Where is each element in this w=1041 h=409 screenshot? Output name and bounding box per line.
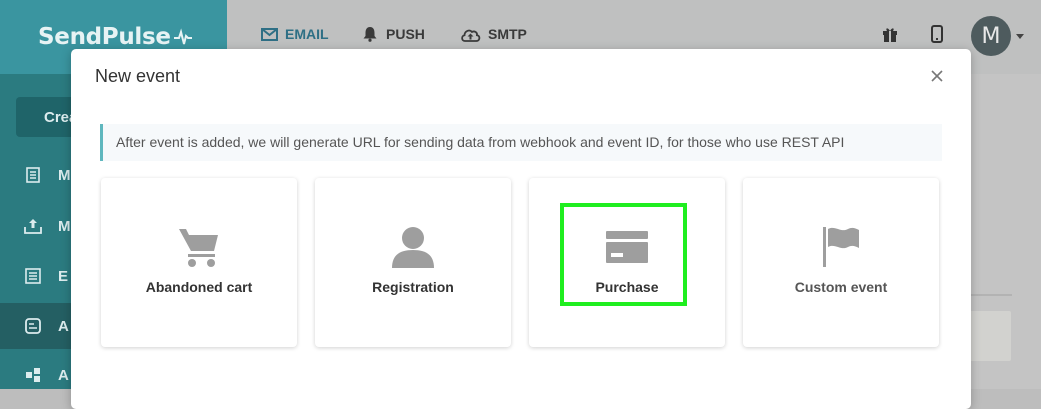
- sidebar-item-label: E: [58, 267, 69, 285]
- cloud-upload-icon: [460, 27, 481, 42]
- upload-icon: [24, 217, 42, 235]
- sidebar-item-label: M: [58, 217, 71, 235]
- nav-email[interactable]: EMAIL: [261, 26, 329, 42]
- pulse-icon: [173, 28, 192, 45]
- nav-smtp[interactable]: SMTP: [460, 26, 527, 42]
- envelope-icon: [261, 27, 278, 41]
- info-message: After event is added, we will generate U…: [100, 124, 942, 161]
- event-card-purchase[interactable]: Purchase: [529, 178, 725, 347]
- brand-logo[interactable]: SendPulse: [38, 24, 192, 50]
- cart-icon: [101, 226, 297, 270]
- nav-smtp-label: SMTP: [488, 26, 527, 42]
- modal-title: New event: [95, 66, 181, 86]
- event-card-abandoned-cart[interactable]: Abandoned cart: [101, 178, 297, 347]
- avatar-letter: M: [981, 23, 1001, 49]
- user-icon: [315, 226, 511, 270]
- chevron-down-icon[interactable]: [1016, 34, 1024, 39]
- newspaper-icon: [24, 267, 42, 285]
- nav-push-label: PUSH: [386, 26, 425, 42]
- selection-highlight: [560, 203, 687, 306]
- flag-icon: [743, 226, 939, 270]
- bell-icon: [361, 26, 379, 42]
- puzzle-icon: [24, 366, 42, 384]
- new-event-modal: New event After event is added, we will …: [71, 49, 971, 409]
- gift-icon[interactable]: [881, 25, 899, 48]
- event-card-registration[interactable]: Registration: [315, 178, 511, 347]
- sidebar-item-label: M: [58, 166, 71, 184]
- card-label: Abandoned cart: [145, 279, 253, 295]
- event-card-custom-event[interactable]: Custom event: [743, 178, 939, 347]
- sidebar-item-label: A: [58, 317, 69, 335]
- mobile-icon[interactable]: [931, 25, 943, 48]
- automation-icon: [24, 317, 42, 335]
- sidebar-item-label: A: [58, 366, 69, 384]
- nav-push[interactable]: PUSH: [361, 26, 425, 42]
- card-label: Custom event: [794, 279, 888, 295]
- avatar[interactable]: M: [971, 16, 1011, 56]
- nav-email-label: EMAIL: [285, 26, 329, 42]
- card-label: Registration: [372, 279, 454, 295]
- list-icon: [24, 166, 42, 184]
- close-icon[interactable]: [927, 66, 947, 86]
- background-panel: [965, 311, 1011, 361]
- brand-name: SendPulse: [38, 24, 171, 50]
